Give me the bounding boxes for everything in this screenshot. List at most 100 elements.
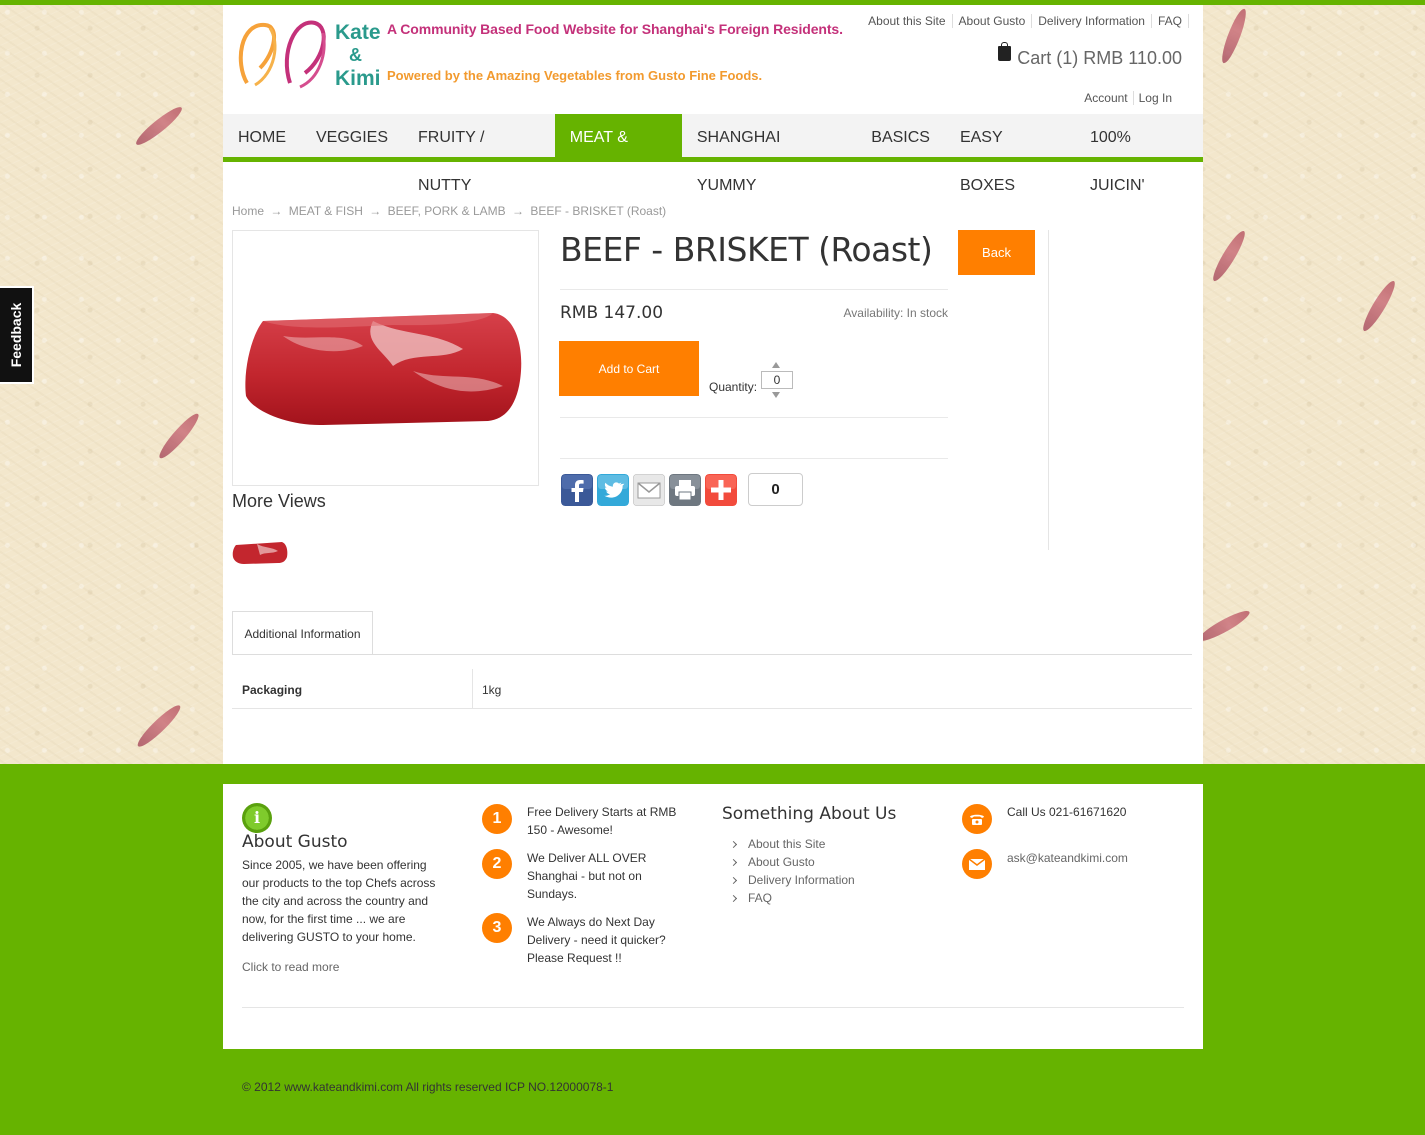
divider [560, 417, 948, 418]
cart-summary[interactable]: Cart (1) RMB 110.00 [998, 42, 1182, 69]
footer-link-label: FAQ [748, 891, 773, 905]
background-decoration [1209, 227, 1249, 285]
attribute-value: 1kg [482, 683, 502, 697]
footer-read-more-link[interactable]: Click to read more [242, 958, 339, 976]
footer-link-delivery[interactable]: Delivery Information [729, 871, 855, 889]
kate-kimi-logo[interactable]: Kate & Kimi [235, 13, 385, 91]
share-count: 0 [748, 473, 803, 506]
background-decoration [134, 701, 184, 751]
product-title: BEEF - BRISKET (Roast) [560, 230, 933, 269]
footer-links: About this Site About Gusto Delivery Inf… [729, 835, 855, 907]
table-row: Packaging 1kg [232, 669, 1192, 709]
account-link[interactable]: Account [1079, 91, 1134, 105]
back-button[interactable]: Back [958, 230, 1035, 275]
breadcrumb-home[interactable]: Home [232, 204, 264, 218]
breadcrumb-current: BEEF - BRISKET (Roast) [530, 204, 667, 218]
email-icon[interactable] [633, 474, 665, 506]
phone-icon [962, 804, 992, 834]
footer-phone: Call Us 021-61671620 [1007, 805, 1127, 819]
tab-underline [232, 654, 1192, 655]
point-text: Free Delivery Starts at RMB 150 - Awesom… [527, 805, 677, 837]
info-icon: i [242, 803, 272, 833]
top-link-about-gusto[interactable]: About Gusto [952, 14, 1033, 28]
addthis-icon[interactable] [705, 474, 737, 506]
footer-link-label: About Gusto [748, 855, 815, 869]
top-links: About this Site About Gusto Delivery Infor… [862, 14, 1189, 28]
feedback-tab[interactable]: Feedback [0, 286, 34, 384]
mail-icon [962, 849, 992, 879]
nav-item-juicin[interactable]: 100% JUICIN' [1075, 114, 1203, 194]
attribute-key: Packaging [242, 683, 303, 697]
cell-divider [472, 669, 473, 709]
facebook-icon[interactable] [561, 474, 593, 506]
logo-text-kate: Kate [335, 21, 381, 44]
footer-divider [242, 1007, 1184, 1008]
logo-text-kimi: Kimi [335, 67, 381, 90]
point-number: 1 [482, 804, 512, 834]
nav-item-fruity-nutty[interactable]: FRUITY / NUTTY [403, 114, 555, 194]
nav-item-veggies[interactable]: VEGGIES [301, 114, 403, 162]
breadcrumb: Home → MEAT & FISH → BEEF, PORK & LAMB →… [232, 204, 666, 218]
column-divider [1048, 230, 1049, 550]
add-to-cart-button[interactable]: Add to Cart [559, 341, 699, 396]
nav-item-home[interactable]: HOME [223, 114, 301, 162]
background-decoration [1195, 606, 1253, 646]
availability-status: Availability: In stock [843, 306, 949, 320]
main-nav: HOME VEGGIES FRUITY / NUTTY MEAT & FISH … [223, 114, 1203, 194]
nav-item-basics[interactable]: BASICS [856, 114, 945, 162]
footer-about-title: About Gusto [242, 832, 348, 852]
beef-brisket-image [245, 313, 522, 426]
background-decoration [155, 409, 203, 463]
chevron-right-icon [729, 894, 738, 902]
breadcrumb-separator: → [270, 204, 283, 218]
top-link-faq[interactable]: FAQ [1151, 14, 1189, 28]
logo-text-amp: & [349, 45, 362, 65]
nav-item-shanghai-yummy[interactable]: SHANGHAI YUMMY [682, 114, 856, 194]
shopping-bag-icon [998, 42, 1012, 61]
feedback-label: Feedback [8, 302, 24, 368]
background-decoration [1218, 6, 1250, 66]
nav-item-meat-fish[interactable]: MEAT & FISH [554, 114, 682, 194]
footer: i About Gusto Since 2005, we have been o… [223, 784, 1203, 1049]
quantity-input[interactable]: 0 [761, 371, 793, 389]
breadcrumb-beef-pork-lamb[interactable]: BEEF, PORK & LAMB [388, 204, 506, 218]
product-main-image[interactable] [232, 230, 539, 486]
more-views-heading: More Views [232, 491, 326, 511]
breadcrumb-meat-fish[interactable]: MEAT & FISH [289, 204, 363, 218]
login-link[interactable]: Log In [1134, 91, 1177, 105]
breadcrumb-separator: → [512, 204, 525, 218]
background-decoration [1359, 277, 1399, 335]
top-link-delivery[interactable]: Delivery Information [1032, 14, 1152, 28]
twitter-icon[interactable] [597, 474, 629, 506]
divider [560, 458, 948, 459]
point-text: We Always do Next Day Delivery - need it… [527, 915, 666, 965]
site-tagline: A Community Based Food Website for Shang… [387, 21, 843, 37]
background-decoration [132, 102, 186, 150]
point-number: 3 [482, 913, 512, 943]
site-subtagline: Powered by the Amazing Vegetables from G… [387, 68, 763, 83]
cart-label: Cart (1) RMB 110.00 [1017, 48, 1182, 68]
footer-link-label: Delivery Information [748, 873, 855, 887]
footer-link-about-gusto[interactable]: About Gusto [729, 853, 855, 871]
footer-something-title: Something About Us [722, 804, 897, 824]
product-price: RMB 147.00 [560, 303, 664, 323]
chevron-right-icon [729, 876, 738, 884]
footer-link-label: About this Site [748, 837, 826, 851]
print-icon[interactable] [669, 474, 701, 506]
footer-link-faq[interactable]: FAQ [729, 889, 855, 907]
top-link-about-site[interactable]: About this Site [862, 14, 953, 28]
footer-link-about-site[interactable]: About this Site [729, 835, 855, 853]
footer-about-text: Since 2005, we have been offering our pr… [242, 858, 436, 944]
divider [560, 289, 948, 290]
quantity-decrease-icon[interactable] [772, 392, 780, 398]
account-links: Account Log In [1079, 91, 1177, 105]
quantity-increase-icon[interactable] [772, 362, 780, 368]
tab-additional-information[interactable]: Additional Information [232, 611, 373, 655]
chevron-right-icon [729, 858, 738, 866]
point-text: We Deliver ALL OVER Shanghai - but not o… [527, 851, 647, 901]
point-number: 2 [482, 849, 512, 879]
product-thumbnail[interactable] [232, 535, 288, 567]
footer-email-link[interactable]: ask@kateandkimi.com [1007, 849, 1128, 867]
nav-item-easy-boxes[interactable]: EASY BOXES [945, 114, 1075, 194]
breadcrumb-separator: → [369, 204, 382, 218]
